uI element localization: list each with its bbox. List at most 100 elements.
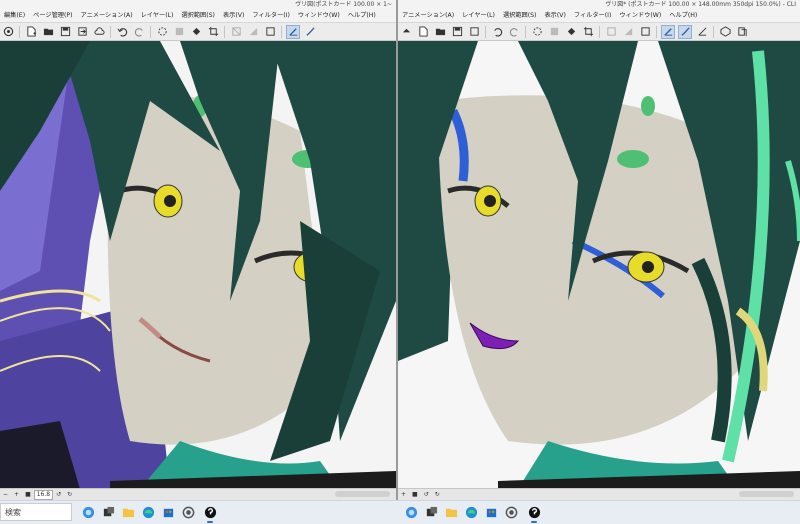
zoom-in-icon[interactable]: + bbox=[398, 489, 409, 500]
task-view-icon[interactable] bbox=[423, 504, 439, 520]
separator bbox=[485, 25, 486, 38]
copilot-icon[interactable] bbox=[403, 504, 419, 520]
cloud-icon[interactable] bbox=[93, 26, 105, 38]
menu-help[interactable]: ヘルプ(H) bbox=[344, 9, 380, 22]
clear-icon[interactable] bbox=[548, 26, 560, 38]
zoom-value[interactable]: 16.8 bbox=[33, 490, 54, 500]
separator bbox=[150, 25, 151, 38]
ruler-icon[interactable] bbox=[696, 26, 708, 38]
deselect-icon[interactable] bbox=[605, 26, 617, 38]
selection-frame-icon[interactable] bbox=[639, 26, 651, 38]
edge-icon[interactable] bbox=[140, 504, 156, 520]
menu-page[interactable]: ページ管理(P) bbox=[29, 9, 76, 22]
taskbar: 検索 bbox=[0, 500, 800, 524]
illustration-canvas[interactable] bbox=[0, 41, 396, 489]
menu-edit[interactable]: 編集(E) bbox=[0, 9, 29, 22]
separator bbox=[281, 25, 282, 38]
title-bar: ヴリ図(ポストカード 100.00 × 1~ bbox=[0, 0, 396, 9]
edge-icon[interactable] bbox=[463, 504, 479, 520]
deselect-icon[interactable] bbox=[230, 26, 242, 38]
horizontal-scrollbar[interactable] bbox=[335, 491, 390, 497]
save-icon[interactable] bbox=[451, 26, 463, 38]
invert-selection-icon[interactable] bbox=[622, 26, 634, 38]
crop-icon[interactable] bbox=[582, 26, 594, 38]
right-document-window: ヴリ図* (ポストカード 100.00 × 148.00mm 350dpi 15… bbox=[398, 0, 800, 500]
undo-icon[interactable] bbox=[116, 26, 128, 38]
brush-pressure-icon[interactable] bbox=[304, 26, 316, 38]
menu-selection[interactable]: 選択範囲(S) bbox=[177, 9, 219, 22]
zoom-in-icon[interactable]: + bbox=[11, 489, 22, 500]
rotate-right-icon[interactable]: ↻ bbox=[432, 489, 443, 500]
clear-icon[interactable] bbox=[173, 26, 185, 38]
rotate-left-icon[interactable]: ↺ bbox=[53, 489, 64, 500]
rotate-right-icon[interactable]: ↻ bbox=[64, 489, 75, 500]
export-icon[interactable] bbox=[468, 26, 480, 38]
open-folder-icon[interactable] bbox=[42, 26, 54, 38]
selection-frame-icon[interactable] bbox=[264, 26, 276, 38]
stop-icon[interactable]: ■ bbox=[22, 489, 34, 500]
clip-studio-icon[interactable] bbox=[202, 504, 218, 523]
menu-selection[interactable]: 選択範囲(S) bbox=[499, 9, 541, 22]
new-file-icon[interactable] bbox=[417, 26, 429, 38]
spinner-icon[interactable] bbox=[531, 26, 543, 38]
file-explorer-icon[interactable] bbox=[120, 504, 136, 520]
reference-icon[interactable] bbox=[736, 26, 748, 38]
store-icon[interactable] bbox=[160, 504, 176, 520]
separator bbox=[19, 25, 20, 38]
menu-filter[interactable]: フィルター(I) bbox=[570, 9, 615, 22]
menu-help[interactable]: ヘルプ(H) bbox=[665, 9, 701, 22]
crop-icon[interactable] bbox=[207, 26, 219, 38]
menu-animation[interactable]: アニメーション(A) bbox=[398, 9, 458, 22]
menu-window[interactable]: ウィンドウ(W) bbox=[615, 9, 665, 22]
menu-bar: 編集(E) ページ管理(P) アニメーション(A) レイヤー(L) 選択範囲(S) 表示(… bbox=[0, 9, 396, 23]
app-icon[interactable] bbox=[180, 504, 196, 520]
redo-icon[interactable] bbox=[133, 26, 145, 38]
command-bar bbox=[0, 23, 396, 41]
redo-icon[interactable] bbox=[508, 26, 520, 38]
file-explorer-icon[interactable] bbox=[443, 504, 459, 520]
app-menu-icon[interactable] bbox=[400, 26, 412, 38]
task-view-icon[interactable] bbox=[100, 504, 116, 520]
search-placeholder: 検索 bbox=[5, 508, 21, 517]
invert-selection-icon[interactable] bbox=[247, 26, 259, 38]
fill-icon[interactable] bbox=[565, 26, 577, 38]
menu-animation[interactable]: アニメーション(A) bbox=[77, 9, 137, 22]
menu-filter[interactable]: フィルター(I) bbox=[248, 9, 293, 22]
menu-layer[interactable]: レイヤー(L) bbox=[137, 9, 178, 22]
window-title: ヴリ図* (ポストカード 100.00 × 148.00mm 350dpi 15… bbox=[605, 1, 796, 8]
app-icon[interactable] bbox=[503, 504, 519, 520]
undo-icon[interactable] bbox=[491, 26, 503, 38]
menu-view[interactable]: 表示(V) bbox=[540, 9, 569, 22]
open-folder-icon[interactable] bbox=[434, 26, 446, 38]
horizontal-scrollbar[interactable] bbox=[739, 491, 794, 497]
save-icon[interactable] bbox=[59, 26, 71, 38]
status-bar: − + ■ 16.8 ↺ ↻ bbox=[0, 488, 396, 500]
fill-icon[interactable] bbox=[190, 26, 202, 38]
taskbar-search-input[interactable]: 検索 bbox=[0, 503, 72, 521]
menu-window[interactable]: ウィンドウ(W) bbox=[294, 9, 344, 22]
separator bbox=[656, 25, 657, 38]
app-menu-icon[interactable] bbox=[2, 26, 14, 38]
separator bbox=[110, 25, 111, 38]
stop-icon[interactable]: ■ bbox=[409, 489, 421, 500]
rotate-left-icon[interactable]: ↺ bbox=[421, 489, 432, 500]
zoom-out-icon[interactable]: − bbox=[0, 489, 11, 500]
new-file-icon[interactable] bbox=[25, 26, 37, 38]
title-bar: ヴリ図* (ポストカード 100.00 × 148.00mm 350dpi 15… bbox=[398, 0, 800, 9]
copilot-icon[interactable] bbox=[80, 504, 96, 520]
store-icon[interactable] bbox=[483, 504, 499, 520]
status-bar: + ■ ↺ ↻ bbox=[398, 488, 800, 500]
3d-object-icon[interactable] bbox=[719, 26, 731, 38]
character-illustration-original bbox=[0, 41, 396, 489]
menu-view[interactable]: 表示(V) bbox=[219, 9, 248, 22]
brush-pressure-icon[interactable] bbox=[678, 24, 692, 39]
separator bbox=[224, 25, 225, 38]
clip-studio-icon[interactable] bbox=[526, 504, 542, 523]
separator bbox=[525, 25, 526, 38]
pen-pressure-icon[interactable] bbox=[286, 24, 300, 39]
export-icon[interactable] bbox=[76, 26, 88, 38]
menu-layer[interactable]: レイヤー(L) bbox=[458, 9, 499, 22]
spinner-icon[interactable] bbox=[156, 26, 168, 38]
pen-pressure-icon[interactable] bbox=[661, 24, 675, 39]
illustration-canvas[interactable] bbox=[398, 41, 800, 489]
